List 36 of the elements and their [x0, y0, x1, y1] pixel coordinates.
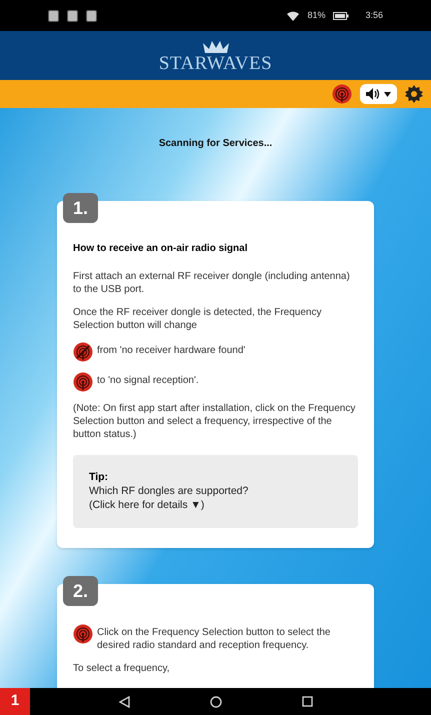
tip-text: (Click here for details ▼)	[89, 498, 206, 512]
antenna-icon	[332, 84, 352, 104]
audio-dropdown[interactable]	[360, 84, 397, 104]
paragraph: to 'no signal reception'.	[97, 374, 199, 387]
section-heading: How to receive an on-air radio signal	[73, 242, 248, 256]
corner-badge: 1	[0, 688, 30, 715]
tip-text: Which RF dongles are supported?	[89, 484, 250, 498]
step-badge: 1.	[63, 193, 98, 223]
paragraph: To select a frequency,	[73, 662, 171, 675]
paragraph: from 'no receiver hardware found'	[97, 344, 246, 357]
clock: 3:56	[365, 8, 383, 22]
notification-icon	[67, 10, 78, 22]
wifi-icon	[287, 10, 300, 20]
crossed-antenna-icon	[73, 342, 93, 362]
paragraph: First attach an external RF receiver dongle (including antenna) to the USB port.	[73, 270, 351, 296]
app-logo: STARWAVES	[158, 54, 272, 74]
tip-panel[interactable]: Tip: Which RF dongles are supported? (Click here for details ▼)	[73, 455, 358, 528]
back-icon[interactable]	[118, 696, 130, 708]
home-icon[interactable]	[210, 696, 222, 708]
settings-icon[interactable]	[405, 85, 423, 103]
antenna-icon	[73, 372, 93, 392]
recents-icon[interactable]	[302, 696, 312, 707]
antenna-icon	[73, 624, 93, 644]
speaker-icon	[366, 88, 380, 100]
notification-icon	[48, 10, 59, 22]
step-badge: 2.	[63, 576, 98, 606]
tip-title: Tip:	[89, 471, 110, 484]
frequency-button[interactable]	[332, 84, 352, 104]
paragraph: Click on the Frequency Selection button to select the desired radio standard and reception frequency.	[97, 626, 332, 652]
battery-icon	[333, 12, 350, 20]
battery-percent: 81%	[307, 8, 326, 22]
caret-icon	[384, 92, 391, 96]
paragraph: Once the RF receiver dongle is detected, the Frequency Selection button will change	[73, 306, 322, 332]
paragraph: (Note: On first app start after installation, click on the Frequency Selection button and select a frequency, irrespective of the button status.)	[73, 402, 356, 441]
scan-status: Scanning for Services...	[158, 137, 274, 151]
notification-icon	[86, 10, 97, 22]
